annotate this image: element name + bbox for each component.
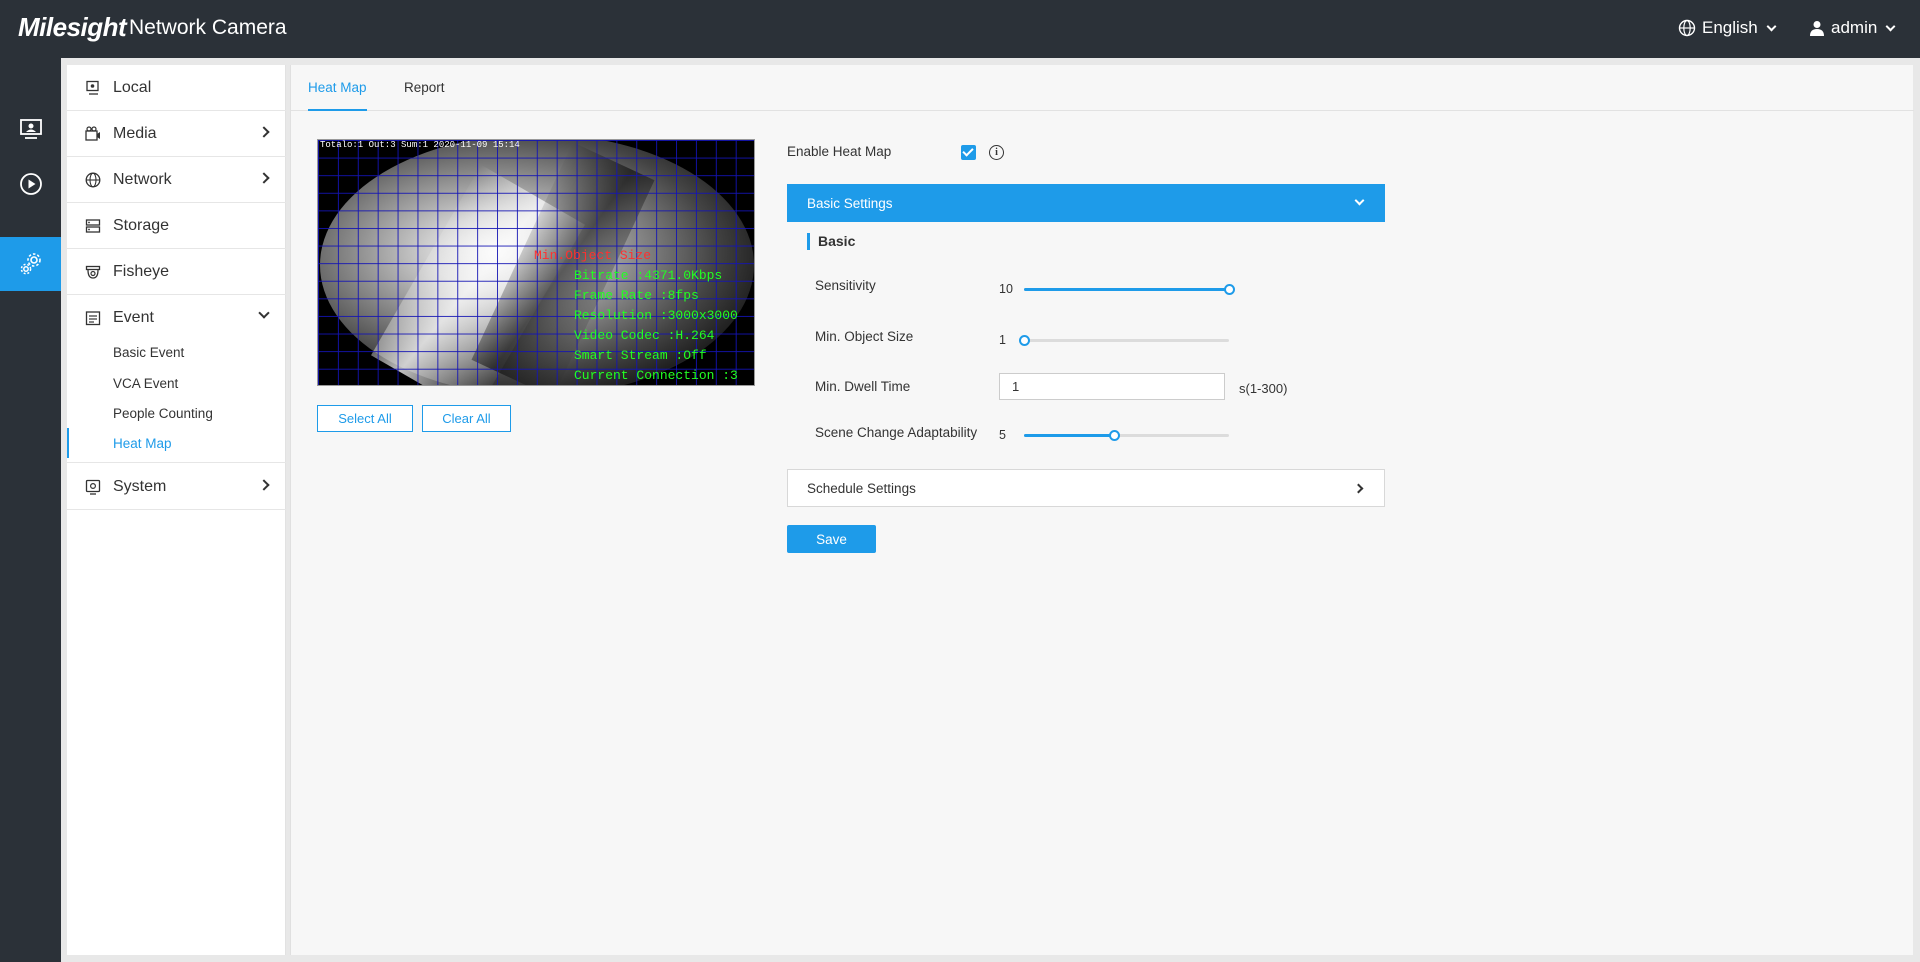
- sidebar-item-media[interactable]: Media: [67, 111, 286, 157]
- clear-all-button[interactable]: Clear All: [422, 405, 511, 432]
- globe-icon: [85, 172, 101, 188]
- min-object-size-label: Min. Object Size: [815, 329, 914, 344]
- sidebar: Local Media Network Storage Fisheye Even…: [67, 65, 286, 955]
- product-name: Network Camera: [129, 16, 287, 39]
- chevron-right-icon: [258, 126, 270, 138]
- top-bar: Milesight Network Camera English admin: [0, 0, 1920, 58]
- slider-fill: [1024, 288, 1229, 291]
- sidebar-item-label: Local: [113, 78, 152, 96]
- schedule-settings-title: Schedule Settings: [807, 480, 916, 496]
- sidebar-item-network[interactable]: Network: [67, 157, 286, 203]
- sidebar-item-fisheye[interactable]: Fisheye: [67, 249, 286, 295]
- sensitivity-slider[interactable]: [1024, 284, 1235, 295]
- sidebar-item-label: Storage: [113, 216, 170, 234]
- sidebar-item-label: Network: [113, 170, 172, 188]
- scene-change-label: Scene Change Adaptability: [815, 425, 978, 440]
- chevron-down-icon: [1354, 195, 1365, 206]
- left-rail: [0, 58, 61, 962]
- chevron-down-icon: [258, 307, 270, 319]
- select-all-button[interactable]: Select All: [317, 405, 413, 432]
- info-icon[interactable]: i: [989, 145, 1004, 160]
- chevron-right-icon: [258, 479, 270, 491]
- basic-section-title: Basic: [807, 233, 855, 250]
- playback-icon: [19, 173, 42, 195]
- user-menu[interactable]: admin: [1809, 18, 1896, 38]
- sidebar-subitem-basic-event[interactable]: Basic Event: [67, 337, 286, 367]
- sidebar-subitem-people-counting[interactable]: People Counting: [67, 398, 286, 428]
- min-object-size-slider[interactable]: [1019, 335, 1229, 346]
- chevron-right-icon: [258, 172, 270, 184]
- sidebar-item-label: Event: [113, 309, 154, 326]
- user-name: admin: [1831, 18, 1878, 37]
- min-object-size-value: 1: [999, 333, 1006, 347]
- sidebar-item-system[interactable]: System: [67, 464, 286, 510]
- sensitivity-value: 10: [999, 282, 1013, 296]
- sidebar-item-label: System: [113, 477, 167, 495]
- save-button[interactable]: Save: [787, 525, 876, 553]
- globe-icon: [1678, 19, 1696, 37]
- storage-icon: [85, 218, 101, 234]
- event-icon: [85, 310, 101, 326]
- chevron-down-icon: [1766, 21, 1777, 31]
- enable-heat-map-checkbox[interactable]: [961, 145, 976, 160]
- sidebar-subitem-heat-map[interactable]: Heat Map: [67, 428, 286, 458]
- sidebar-item-storage[interactable]: Storage: [67, 203, 286, 249]
- min-dwell-time-input[interactable]: 1: [999, 373, 1225, 400]
- sensitivity-label: Sensitivity: [815, 278, 876, 293]
- osd-line: Frame Rate :8fps: [574, 288, 699, 303]
- slider-handle[interactable]: [1109, 430, 1121, 441]
- playback-button[interactable]: [0, 157, 61, 211]
- basic-settings-title: Basic Settings: [807, 195, 893, 211]
- scene-change-value: 5: [999, 428, 1006, 442]
- slider-handle[interactable]: [1224, 284, 1235, 295]
- tab-bar: Heat Map Report: [291, 65, 1914, 111]
- enable-heat-map-label: Enable Heat Map: [787, 144, 892, 159]
- min-dwell-time-label: Min. Dwell Time: [815, 379, 911, 394]
- tab-heat-map[interactable]: Heat Map: [308, 80, 367, 111]
- basic-settings-header[interactable]: Basic Settings: [787, 184, 1385, 222]
- settings-icon: [20, 253, 41, 275]
- local-icon: [85, 80, 101, 96]
- fisheye-icon: [85, 264, 101, 280]
- sidebar-item-label: Media: [113, 124, 157, 142]
- live-view-button[interactable]: [0, 102, 61, 156]
- chevron-right-icon: [1353, 483, 1364, 494]
- event-submenu: Basic Event VCA Event People Counting He…: [67, 337, 286, 463]
- osd-line: Video Codec :H.264: [574, 328, 715, 343]
- schedule-settings-header[interactable]: Schedule Settings: [787, 469, 1385, 507]
- language-selector[interactable]: English: [1678, 18, 1777, 38]
- osd-line: Smart Stream :Off: [574, 348, 707, 363]
- user-icon: [1810, 21, 1824, 36]
- sidebar-subitem-vca-event[interactable]: VCA Event: [67, 368, 286, 398]
- chevron-down-icon: [1885, 21, 1896, 31]
- video-preview[interactable]: Totalo:1 Out:3 Sum:1 2020-11-09 15:14 Mi…: [317, 139, 755, 386]
- brand-logo: Milesight: [18, 12, 127, 42]
- sidebar-item-event[interactable]: Event: [67, 295, 286, 341]
- media-icon: [85, 125, 101, 142]
- system-icon: [85, 479, 101, 495]
- osd-line: Bitrate :4371.0Kbps: [574, 268, 723, 283]
- sidebar-item-local[interactable]: Local: [67, 65, 286, 111]
- osd-counter-text: Totalo:1 Out:3 Sum:1 2020-11-09 15:14: [320, 140, 520, 150]
- live-view-icon: [19, 119, 42, 139]
- main-panel: Heat Map Report Totalo:1 Out:3 Sum:1 202…: [290, 65, 1914, 955]
- osd-min-object-size: Min.Object Size: [534, 248, 652, 263]
- slider-fill: [1024, 434, 1115, 437]
- settings-button[interactable]: [0, 237, 61, 291]
- scene-change-slider[interactable]: [1024, 430, 1229, 441]
- language-label: English: [1702, 18, 1758, 37]
- tab-report[interactable]: Report: [404, 80, 445, 111]
- sidebar-item-label: Fisheye: [113, 262, 170, 280]
- min-dwell-time-unit: s(1-300): [1239, 381, 1288, 396]
- osd-line: Resolution :3000x3000: [574, 308, 738, 323]
- slider-handle[interactable]: [1019, 335, 1030, 346]
- osd-line: Current Connection :3: [574, 368, 738, 383]
